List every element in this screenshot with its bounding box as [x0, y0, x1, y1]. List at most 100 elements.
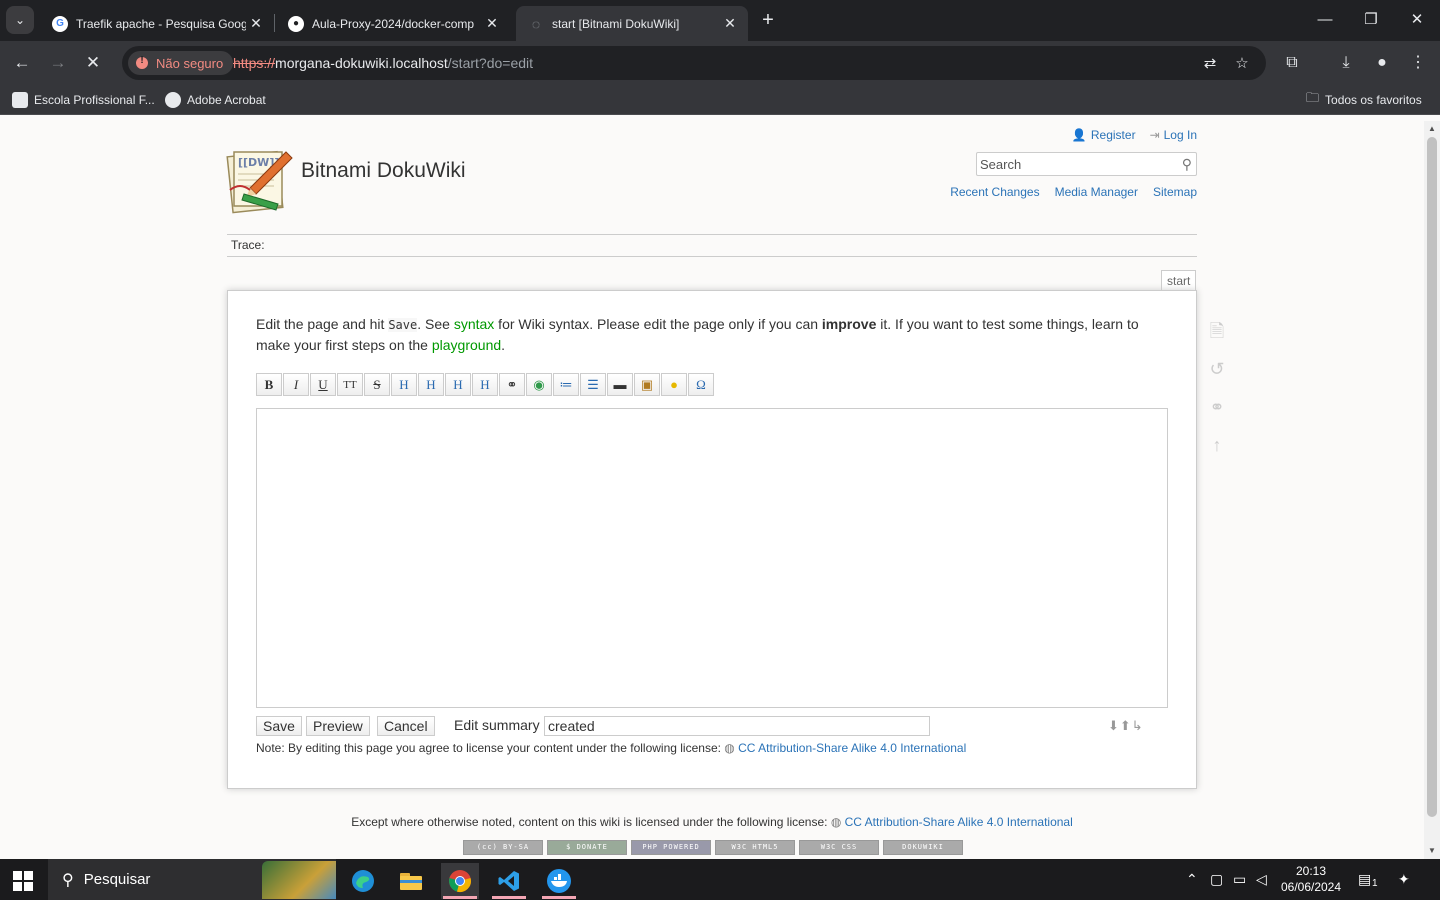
- bookmark-adobe-acrobat[interactable]: Adobe Acrobat: [165, 91, 266, 109]
- network-icon[interactable]: ▭: [1233, 859, 1246, 900]
- minimize-window-icon[interactable]: —: [1302, 0, 1348, 41]
- sitemap-link[interactable]: Sitemap: [1153, 185, 1197, 199]
- show-page-icon[interactable]: 🗎: [1205, 319, 1229, 343]
- strikethrough-button[interactable]: S: [364, 373, 390, 396]
- tab-dokuwiki-active[interactable]: ◌ start [Bitnami DokuWiki] ✕: [516, 6, 748, 41]
- show-hidden-icons-chevron-icon[interactable]: ⌃: [1186, 859, 1198, 900]
- meet-now-icon[interactable]: ▢: [1210, 859, 1223, 900]
- special-chars-button[interactable]: Ω: [688, 373, 714, 396]
- html5-badge[interactable]: W3C HTML5: [715, 840, 795, 855]
- bookmark-star-icon[interactable]: ☆: [1232, 54, 1252, 74]
- copilot-icon[interactable]: ✦: [1398, 859, 1410, 900]
- not-secure-chip[interactable]: Não seguro: [128, 51, 234, 75]
- php-powered-badge[interactable]: PHP POWERED: [631, 840, 711, 855]
- monospace-button[interactable]: TT: [337, 373, 363, 396]
- windows-start-icon[interactable]: [13, 871, 33, 891]
- bookmark-label: Adobe Acrobat: [187, 93, 266, 107]
- ordered-list-button[interactable]: ≔: [553, 373, 579, 396]
- forward-arrow-icon[interactable]: →: [44, 49, 72, 77]
- active-indicator: [443, 896, 477, 899]
- footer-license-link[interactable]: CC Attribution-Share Alike 4.0 Internati…: [845, 815, 1073, 829]
- translate-icon[interactable]: ⇄: [1200, 54, 1220, 74]
- back-to-top-icon[interactable]: ↑: [1205, 433, 1229, 457]
- site-title[interactable]: Bitnami DokuWiki: [301, 159, 466, 183]
- license-link[interactable]: CC Attribution-Share Alike 4.0 Internati…: [738, 741, 966, 755]
- folder-icon: 🗀: [1306, 90, 1320, 105]
- dokuwiki-logo[interactable]: [[DW]]: [226, 146, 294, 214]
- scrollbar-thumb[interactable]: [1427, 137, 1437, 817]
- bookmark-escola[interactable]: Escola Profissional F...: [12, 91, 155, 109]
- new-tab-button[interactable]: +: [756, 8, 780, 32]
- url-host: morgana-dokuwiki.localhost: [275, 55, 448, 71]
- italic-button[interactable]: I: [283, 373, 309, 396]
- bold-button[interactable]: B: [256, 373, 282, 396]
- docker-app-icon[interactable]: [540, 863, 578, 899]
- cc-by-sa-badge[interactable]: (cc) BY-SA: [463, 840, 543, 855]
- horizontal-rule-button[interactable]: ▬: [607, 373, 633, 396]
- playground-link[interactable]: playground: [432, 337, 501, 353]
- donate-badge[interactable]: $ DONATE: [547, 840, 627, 855]
- file-explorer-app-icon[interactable]: [392, 863, 430, 899]
- unordered-list-button[interactable]: ☰: [580, 373, 606, 396]
- url-text[interactable]: https://morgana-dokuwiki.localhost/start…: [233, 55, 533, 71]
- bookmarks-bar: Escola Profissional F... Adobe Acrobat 🗀…: [0, 85, 1440, 115]
- vscode-app-icon[interactable]: [490, 863, 528, 899]
- editor-size-controls[interactable]: ⬇⬆↳: [1108, 718, 1144, 734]
- login-icon: ⇥: [1149, 128, 1160, 142]
- same-level-heading-button[interactable]: H: [391, 373, 417, 396]
- search-icon[interactable]: ⚲: [1182, 156, 1192, 173]
- recent-changes-link[interactable]: Recent Changes: [950, 185, 1039, 199]
- lower-heading-button[interactable]: H: [418, 373, 444, 396]
- page-scrollbar[interactable]: ▲ ▼: [1424, 121, 1440, 859]
- tab-title: Aula-Proxy-2024/docker-comp: [312, 16, 475, 31]
- download-icon[interactable]: ⤓: [1332, 49, 1360, 77]
- system-clock[interactable]: 20:13 06/06/2024: [1280, 863, 1342, 895]
- headline-menu-button[interactable]: H: [472, 373, 498, 396]
- edit-summary-input[interactable]: [544, 716, 930, 736]
- tab-search-chevron-icon[interactable]: ⌄: [6, 6, 34, 34]
- close-tab-icon[interactable]: ✕: [482, 15, 502, 32]
- preview-button[interactable]: Preview: [306, 716, 370, 736]
- css-badge[interactable]: W3C CSS: [799, 840, 879, 855]
- close-tab-icon[interactable]: ✕: [720, 15, 740, 32]
- profile-avatar-icon[interactable]: ●: [1368, 49, 1396, 77]
- tab-github[interactable]: ● Aula-Proxy-2024/docker-comp ✕: [276, 6, 510, 41]
- smileys-button[interactable]: ●: [661, 373, 687, 396]
- wiki-text-editor[interactable]: [256, 408, 1168, 708]
- scroll-down-icon[interactable]: ▼: [1428, 846, 1436, 855]
- old-revisions-icon[interactable]: ↺: [1205, 357, 1229, 381]
- address-bar[interactable]: Não seguro https://morgana-dokuwiki.loca…: [122, 46, 1266, 80]
- scroll-up-icon[interactable]: ▲: [1428, 124, 1436, 133]
- higher-heading-button[interactable]: H: [445, 373, 471, 396]
- search-input[interactable]: [977, 153, 1167, 175]
- notification-center-icon[interactable]: ▤: [1358, 859, 1371, 900]
- cancel-button[interactable]: Cancel: [377, 716, 435, 736]
- all-favorites-folder[interactable]: 🗀 Todos os favoritos: [1306, 90, 1422, 109]
- volume-muted-icon[interactable]: ◁: [1256, 859, 1267, 900]
- login-link[interactable]: ⇥ Log In: [1150, 128, 1197, 142]
- save-button[interactable]: Save: [256, 716, 302, 736]
- external-link-button[interactable]: ◉: [526, 373, 552, 396]
- media-manager-link[interactable]: Media Manager: [1055, 185, 1138, 199]
- add-image-button[interactable]: ▣: [634, 373, 660, 396]
- backlinks-icon[interactable]: ⚭: [1205, 395, 1229, 419]
- tab-title: start [Bitnami DokuWiki]: [552, 16, 680, 31]
- chrome-app-icon[interactable]: [441, 863, 479, 899]
- edge-app-icon[interactable]: [344, 863, 382, 899]
- underline-button[interactable]: U: [310, 373, 336, 396]
- restore-window-icon[interactable]: ❐: [1348, 0, 1394, 41]
- back-arrow-icon[interactable]: ←: [8, 49, 36, 77]
- close-window-icon[interactable]: ✕: [1394, 0, 1440, 41]
- editor-toolbar: B I U TT S H H H H ⚭ ◉ ≔ ☰ ▬ ▣ ● Ω: [256, 373, 714, 396]
- tab-google-search[interactable]: G Traefik apache - Pesquisa Goog ✕: [40, 6, 274, 41]
- menu-kebab-icon[interactable]: ⋮: [1404, 49, 1432, 77]
- close-tab-icon[interactable]: ✕: [246, 15, 266, 32]
- footer-badges: (cc) BY-SA $ DONATE PHP POWERED W3C HTML…: [463, 840, 963, 855]
- dokuwiki-badge[interactable]: DOKUWIKI: [883, 840, 963, 855]
- stop-loading-icon[interactable]: ✕: [79, 49, 107, 77]
- syntax-link[interactable]: syntax: [454, 316, 494, 332]
- extensions-icon[interactable]: ⧉: [1278, 49, 1306, 77]
- taskbar-search[interactable]: ⚲ Pesquisar: [48, 859, 336, 900]
- register-link[interactable]: 👤 Register: [1072, 128, 1136, 142]
- internal-link-button[interactable]: ⚭: [499, 373, 525, 396]
